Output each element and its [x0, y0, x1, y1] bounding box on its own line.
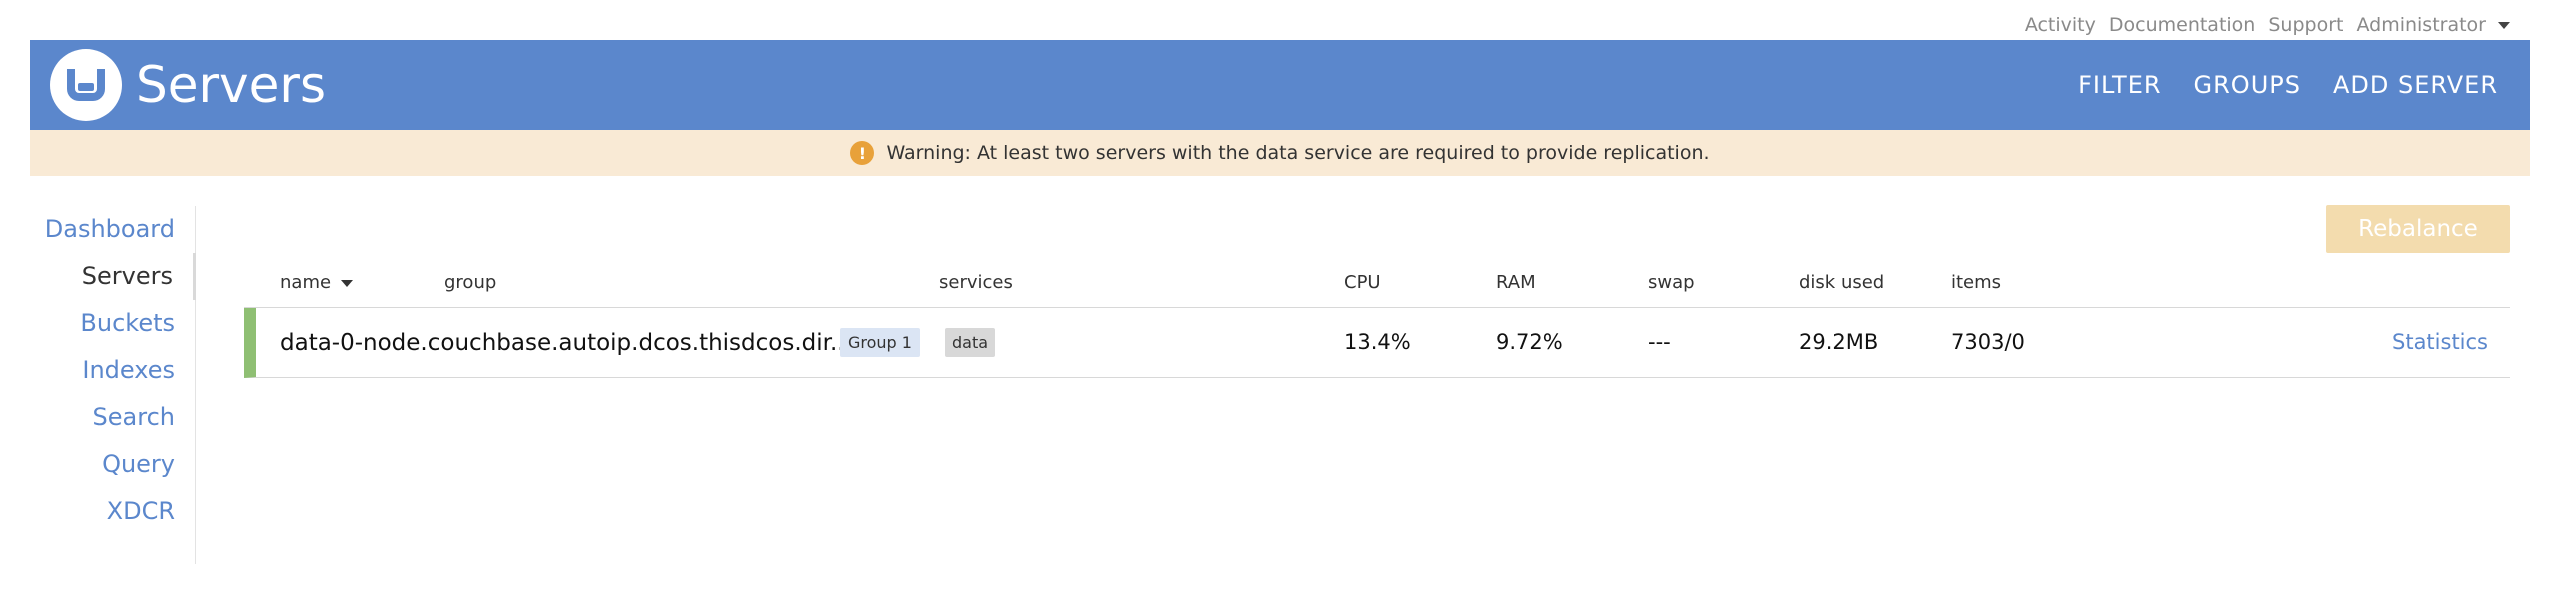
groups-button[interactable]: GROUPS [2194, 71, 2301, 99]
column-header-cpu[interactable]: CPU [1344, 272, 1381, 293]
sidebar-item-query[interactable]: Query [30, 441, 195, 488]
add-server-button[interactable]: ADD SERVER [2333, 71, 2498, 99]
sidebar-nav: Dashboard Servers Buckets Indexes Search… [30, 206, 196, 564]
warning-text: Warning: At least two servers with the d… [886, 142, 1710, 164]
support-link[interactable]: Support [2268, 14, 2343, 36]
sidebar-item-dashboard[interactable]: Dashboard [30, 206, 195, 253]
column-header-swap[interactable]: swap [1648, 272, 1695, 293]
statistics-link[interactable]: Statistics [2392, 330, 2488, 354]
sidebar-item-indexes[interactable]: Indexes [30, 347, 195, 394]
page-title: Servers [136, 56, 327, 114]
column-name-label: name [280, 272, 332, 293]
server-name: data-0-node.couchbase.autoip.dcos.thisdc… [280, 330, 852, 356]
service-badge: data [945, 328, 996, 357]
sidebar-item-search[interactable]: Search [30, 394, 195, 441]
activity-link[interactable]: Activity [2025, 14, 2096, 36]
caret-down-icon [2498, 21, 2510, 29]
sidebar-item-buckets[interactable]: Buckets [30, 300, 195, 347]
servers-table: name group services CPU RAM swap disk us… [244, 262, 2510, 378]
logo-bar [78, 83, 94, 91]
app-header: Servers FILTER GROUPS ADD SERVER [30, 40, 2530, 130]
cpu-value: 13.4% [1344, 330, 1411, 354]
column-header-disk-used[interactable]: disk used [1799, 272, 1884, 293]
table-header: name group services CPU RAM swap disk us… [244, 262, 2510, 308]
user-menu[interactable]: Administrator [2356, 14, 2510, 36]
user-name: Administrator [2356, 14, 2486, 36]
top-links: Activity Documentation Support Administr… [2012, 14, 2510, 36]
couchbase-logo[interactable] [50, 49, 122, 121]
header-actions: FILTER GROUPS ADD SERVER [2078, 71, 2498, 99]
table-row[interactable]: data-0-node.couchbase.autoip.dcos.thisdc… [244, 308, 2510, 378]
warning-banner: ! Warning: At least two servers with the… [30, 130, 2530, 176]
documentation-link[interactable]: Documentation [2109, 14, 2255, 36]
swap-value: --- [1648, 330, 1671, 354]
items-value: 7303/0 [1951, 330, 2025, 354]
rebalance-button[interactable]: Rebalance [2326, 205, 2510, 253]
ram-value: 9.72% [1496, 330, 1563, 354]
column-header-ram[interactable]: RAM [1496, 272, 1536, 293]
sidebar-item-xdcr[interactable]: XDCR [30, 488, 195, 535]
column-header-items[interactable]: items [1951, 272, 2001, 293]
sidebar-item-servers[interactable]: Servers [30, 253, 196, 300]
column-header-group[interactable]: group [444, 272, 496, 293]
sort-caret-icon [341, 279, 354, 287]
group-badge: Group 1 [840, 328, 920, 357]
filter-button[interactable]: FILTER [2078, 71, 2161, 99]
disk-used-value: 29.2MB [1799, 330, 1879, 354]
warning-icon: ! [850, 141, 875, 165]
column-header-services[interactable]: services [939, 272, 1013, 293]
column-header-name[interactable]: name [280, 272, 354, 293]
